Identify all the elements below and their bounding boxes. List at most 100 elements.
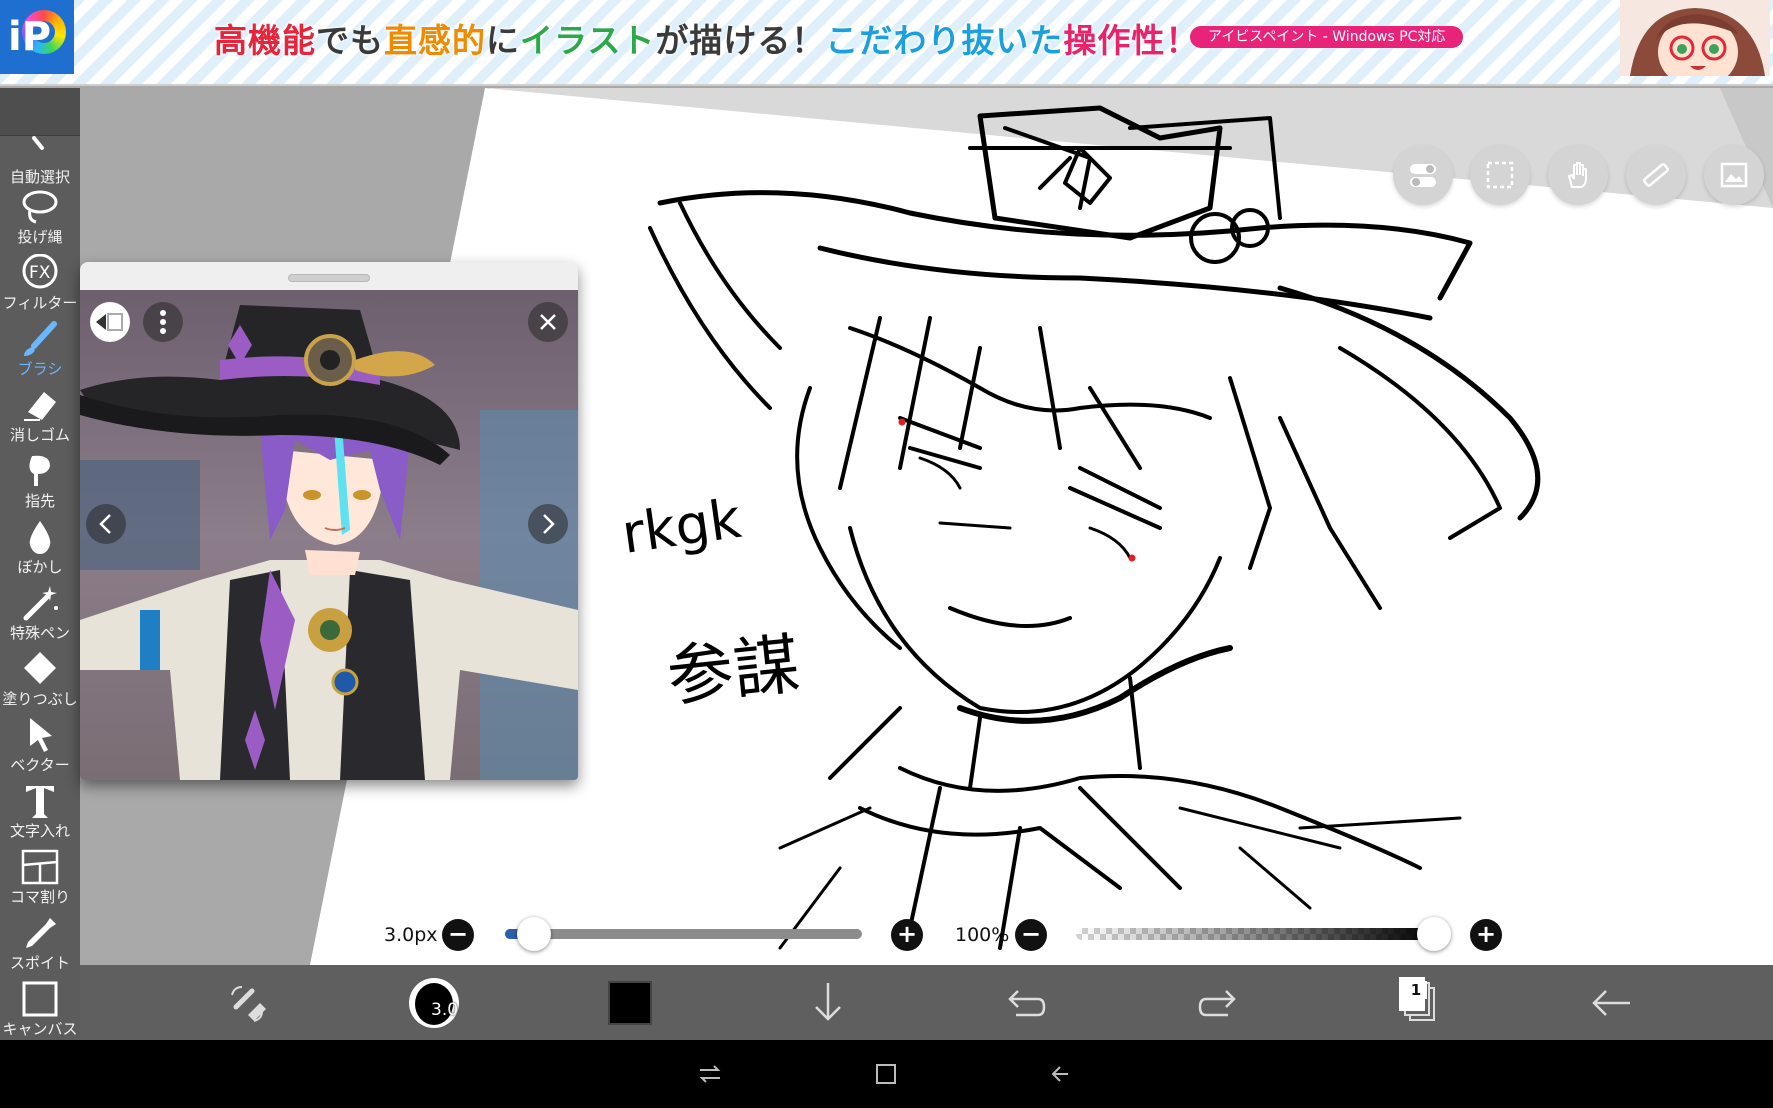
tool-blur[interactable]: ぼかし xyxy=(0,514,80,580)
swap-tool-button[interactable] xyxy=(218,975,278,1031)
text-icon xyxy=(26,786,54,818)
more-vertical-icon xyxy=(160,310,166,334)
tool-eraser[interactable]: 消しゴム xyxy=(0,382,80,448)
layers-button[interactable]: 1 xyxy=(1399,977,1439,1025)
chevron-left-icon xyxy=(99,514,111,534)
fx-icon: FX xyxy=(22,254,58,289)
back-button[interactable] xyxy=(1582,975,1642,1031)
hand-icon xyxy=(1567,162,1587,188)
reference-image[interactable] xyxy=(80,290,578,780)
reference-expand-button[interactable] xyxy=(90,302,130,342)
eyedropper-icon xyxy=(26,918,56,948)
logo-text: iP xyxy=(8,14,52,60)
brush-icon xyxy=(24,321,57,356)
tool-label: 投げ縄 xyxy=(17,228,63,246)
back-chevron-icon xyxy=(1051,1066,1068,1082)
brush-size-decrease-button[interactable]: − xyxy=(442,919,474,951)
cursor-icon xyxy=(30,718,52,752)
tool-label: 指先 xyxy=(24,492,55,510)
reference-window-drag-handle[interactable] xyxy=(288,274,370,282)
redo-icon xyxy=(1198,990,1236,1017)
tool-label: ぼかし xyxy=(17,558,63,576)
reference-close-button[interactable] xyxy=(528,302,568,342)
brush-eraser-swap-icon xyxy=(231,986,266,1022)
ruler-button[interactable] xyxy=(1626,145,1686,205)
current-color-swatch[interactable] xyxy=(608,981,652,1025)
reference-prev-button[interactable] xyxy=(86,504,126,544)
tool-label: 消しゴム xyxy=(9,426,70,444)
tool-lasso[interactable]: 投げ縄 xyxy=(0,184,80,250)
brush-size-value: 3.0px xyxy=(384,924,438,946)
brush-size-slider-handle[interactable] xyxy=(516,917,551,951)
undo-button[interactable] xyxy=(994,975,1054,1031)
chevron-right-icon xyxy=(543,514,555,534)
close-icon xyxy=(540,314,556,330)
tool-label: 文字入れ xyxy=(9,822,70,840)
reference-next-button[interactable] xyxy=(528,504,568,544)
tool-vector[interactable]: ベクター xyxy=(0,712,80,778)
tool-magic-wand[interactable]: 自動選択 xyxy=(0,124,80,190)
lasso-icon xyxy=(22,190,58,224)
tool-eyedropper[interactable]: スポイト xyxy=(0,910,80,976)
arrow-down-icon xyxy=(815,983,841,1021)
handwriting-sanbou: 参謀 xyxy=(664,626,803,716)
reference-window-button[interactable] xyxy=(1704,145,1764,205)
system-back-button[interactable] xyxy=(1048,1062,1076,1086)
ibis-paint-logo: iP xyxy=(0,0,74,74)
redo-button[interactable] xyxy=(1190,975,1250,1031)
home-button[interactable] xyxy=(872,1062,900,1086)
ruler-icon xyxy=(1643,163,1669,187)
tool-label: フィルター xyxy=(2,294,78,312)
tool-canvas[interactable]: キャンバス xyxy=(0,976,80,1042)
recent-apps-icon xyxy=(699,1065,721,1083)
merge-down-button[interactable] xyxy=(798,975,858,1031)
tool-label: ブラシ xyxy=(17,360,63,378)
expand-icon xyxy=(96,313,123,331)
canvas-icon xyxy=(22,981,58,1017)
tool-label: 特殊ペン xyxy=(9,624,70,642)
ad-mascot-image xyxy=(1620,0,1770,76)
brush-size-increase-button[interactable]: + xyxy=(891,919,923,951)
reference-menu-button[interactable] xyxy=(143,302,183,342)
opacity-slider[interactable] xyxy=(1076,928,1434,940)
tool-special-pen[interactable]: 特殊ペン xyxy=(0,580,80,646)
tool-label: スポイト xyxy=(9,954,70,972)
tool-filter[interactable]: FX フィルター xyxy=(0,250,80,316)
ad-headline-part: に xyxy=(486,21,520,60)
magic-wand-icon xyxy=(32,136,44,150)
home-square-icon xyxy=(876,1064,896,1084)
ad-banner[interactable]: iP 高機能でも直感的にイラストが描ける！こだわり抜いた操作性！ アイビスペイン… xyxy=(0,0,1773,86)
opacity-increase-button[interactable]: + xyxy=(1470,919,1502,951)
toggle-switch-button[interactable] xyxy=(1393,145,1453,205)
ad-headline-part: 高機能 xyxy=(214,21,316,60)
brush-preview-value: 3.0 xyxy=(431,1000,459,1020)
opacity-slider-handle[interactable] xyxy=(1417,917,1451,951)
tool-smudge[interactable]: 指先 xyxy=(0,448,80,514)
toggle-icon xyxy=(1410,164,1436,187)
brush-preview-button[interactable]: 3.0 xyxy=(409,978,459,1028)
tool-fill[interactable]: 塗りつぶし xyxy=(0,646,80,712)
ad-headline-part: 操作性！ xyxy=(1063,21,1200,60)
image-icon xyxy=(1720,162,1748,188)
opacity-decrease-button[interactable]: − xyxy=(1015,919,1047,951)
hand-tool-button[interactable] xyxy=(1548,145,1608,205)
tool-frame-divider[interactable]: コマ割り xyxy=(0,844,80,910)
selection-button[interactable] xyxy=(1470,145,1530,205)
layer-count: 1 xyxy=(1405,981,1427,999)
bucket-icon xyxy=(24,652,56,684)
reference-window[interactable] xyxy=(80,262,578,780)
ad-headline-part: イラスト xyxy=(520,21,656,60)
ad-headline: 高機能でも直感的にイラストが描ける！こだわり抜いた操作性！ xyxy=(214,14,1199,62)
tool-text[interactable]: 文字入れ xyxy=(0,778,80,844)
brush-size-slider[interactable] xyxy=(505,929,862,939)
tool-brush[interactable]: ブラシ xyxy=(0,316,80,382)
ad-platform-badge: アイビスペイント - Windows PC対応 xyxy=(1190,26,1464,48)
tool-label: コマ割り xyxy=(9,888,70,906)
special-pen-icon xyxy=(23,586,58,621)
recent-apps-button[interactable] xyxy=(696,1062,724,1086)
eraser-icon xyxy=(24,392,56,421)
arrow-left-icon xyxy=(1592,990,1630,1016)
system-navigation-bar xyxy=(0,1040,1773,1108)
bottom-action-bar: 3.0 1 xyxy=(80,965,1773,1040)
ad-headline-part: でも xyxy=(316,21,384,60)
